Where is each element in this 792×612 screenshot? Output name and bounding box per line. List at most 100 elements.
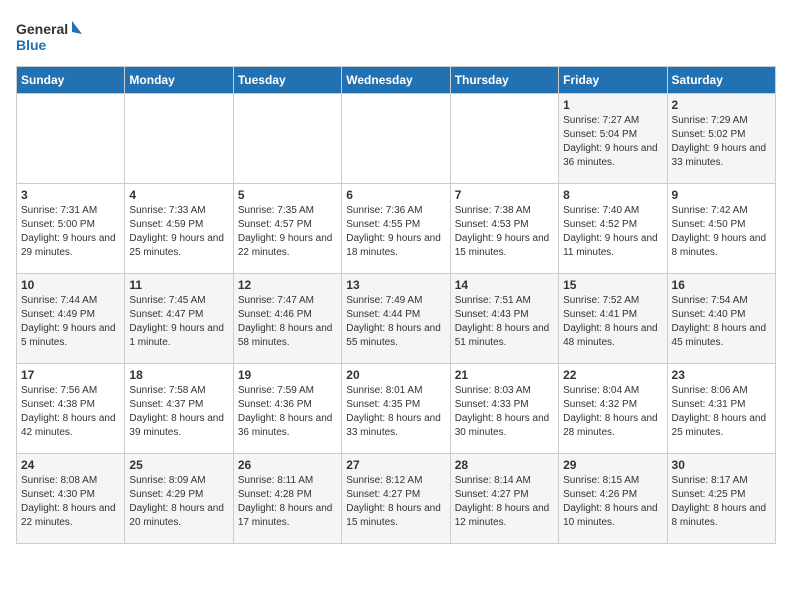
day-info: Sunrise: 7:52 AMSunset: 4:41 PMDaylight:…	[563, 294, 662, 350]
calendar-week-row: 24 Sunrise: 8:08 AMSunset: 4:30 PMDayligh…	[17, 454, 776, 544]
day-info: Sunrise: 8:15 AMSunset: 4:26 PMDaylight:…	[563, 474, 662, 530]
day-number: 30	[672, 458, 771, 472]
day-number: 25	[129, 458, 228, 472]
calendar-cell: 14 Sunrise: 7:51 AMSunset: 4:43 PMDayligh…	[450, 274, 558, 364]
calendar-cell	[125, 94, 233, 184]
day-info: Sunrise: 7:56 AMSunset: 4:38 PMDaylight:…	[21, 384, 120, 440]
weekday-header-monday: Monday	[125, 67, 233, 94]
day-number: 2	[672, 98, 771, 112]
day-info: Sunrise: 8:08 AMSunset: 4:30 PMDaylight:…	[21, 474, 120, 530]
day-number: 19	[238, 368, 337, 382]
calendar-cell	[450, 94, 558, 184]
day-number: 7	[455, 188, 554, 202]
day-info: Sunrise: 7:27 AMSunset: 5:04 PMDaylight:…	[563, 114, 662, 170]
calendar-cell: 8Sunrise: 7:40 AMSunset: 4:52 PMDaylight…	[559, 184, 667, 274]
day-number: 18	[129, 368, 228, 382]
calendar-cell: 30Sunrise: 8:17 AMSunset: 4:25 PMDayligh…	[667, 454, 775, 544]
day-info: Sunrise: 8:04 AMSunset: 4:32 PMDaylight:…	[563, 384, 662, 440]
day-info: Sunrise: 7:51 AMSunset: 4:43 PMDaylight:…	[455, 294, 554, 350]
calendar-week-row: 10 Sunrise: 7:44 AMSunset: 4:49 PMDayligh…	[17, 274, 776, 364]
day-number: 13	[346, 278, 445, 292]
calendar-week-row: 17 Sunrise: 7:56 AMSunset: 4:38 PMDayligh…	[17, 364, 776, 454]
calendar-cell: 2 Sunrise: 7:29 AMSunset: 5:02 PMDaylight…	[667, 94, 775, 184]
header: GeneralBlue	[16, 16, 776, 56]
day-number: 14	[455, 278, 554, 292]
weekday-header-saturday: Saturday	[667, 67, 775, 94]
day-number: 5	[238, 188, 337, 202]
day-info: Sunrise: 7:31 AMSunset: 5:00 PMDaylight:…	[21, 204, 120, 260]
day-info: Sunrise: 8:01 AMSunset: 4:35 PMDaylight:…	[346, 384, 445, 440]
day-info: Sunrise: 8:14 AMSunset: 4:27 PMDaylight:…	[455, 474, 554, 530]
day-info: Sunrise: 8:03 AMSunset: 4:33 PMDaylight:…	[455, 384, 554, 440]
day-info: Sunrise: 7:49 AMSunset: 4:44 PMDaylight:…	[346, 294, 445, 350]
day-info: Sunrise: 7:42 AMSunset: 4:50 PMDaylight:…	[672, 204, 771, 260]
day-number: 16	[672, 278, 771, 292]
day-number: 28	[455, 458, 554, 472]
calendar-header: SundayMondayTuesdayWednesdayThursdayFrid…	[17, 67, 776, 94]
day-number: 27	[346, 458, 445, 472]
day-info: Sunrise: 8:06 AMSunset: 4:31 PMDaylight:…	[672, 384, 771, 440]
day-info: Sunrise: 7:36 AMSunset: 4:55 PMDaylight:…	[346, 204, 445, 260]
day-number: 29	[563, 458, 662, 472]
day-info: Sunrise: 7:45 AMSunset: 4:47 PMDaylight:…	[129, 294, 228, 350]
calendar-cell: 5Sunrise: 7:35 AMSunset: 4:57 PMDaylight…	[233, 184, 341, 274]
calendar-cell: 1Sunrise: 7:27 AMSunset: 5:04 PMDaylight…	[559, 94, 667, 184]
calendar-cell: 20 Sunrise: 8:01 AMSunset: 4:35 PMDayligh…	[342, 364, 450, 454]
calendar-cell: 15 Sunrise: 7:52 AMSunset: 4:41 PMDayligh…	[559, 274, 667, 364]
day-number: 15	[563, 278, 662, 292]
calendar-cell: 18 Sunrise: 7:58 AMSunset: 4:37 PMDayligh…	[125, 364, 233, 454]
logo: GeneralBlue	[16, 16, 86, 56]
day-info: Sunrise: 7:47 AMSunset: 4:46 PMDaylight:…	[238, 294, 337, 350]
calendar-cell: 27Sunrise: 8:12 AMSunset: 4:27 PMDayligh…	[342, 454, 450, 544]
calendar-cell: 11 Sunrise: 7:45 AMSunset: 4:47 PMDayligh…	[125, 274, 233, 364]
calendar-cell: 22Sunrise: 8:04 AMSunset: 4:32 PMDayligh…	[559, 364, 667, 454]
calendar-cell: 24 Sunrise: 8:08 AMSunset: 4:30 PMDayligh…	[17, 454, 125, 544]
day-info: Sunrise: 7:54 AMSunset: 4:40 PMDaylight:…	[672, 294, 771, 350]
day-info: Sunrise: 7:29 AMSunset: 5:02 PMDaylight:…	[672, 114, 771, 170]
calendar-cell: 23 Sunrise: 8:06 AMSunset: 4:31 PMDayligh…	[667, 364, 775, 454]
calendar-cell: 28 Sunrise: 8:14 AMSunset: 4:27 PMDayligh…	[450, 454, 558, 544]
day-number: 20	[346, 368, 445, 382]
calendar-cell: 4Sunrise: 7:33 AMSunset: 4:59 PMDaylight…	[125, 184, 233, 274]
day-number: 9	[672, 188, 771, 202]
calendar-cell: 16 Sunrise: 7:54 AMSunset: 4:40 PMDayligh…	[667, 274, 775, 364]
calendar-body: 1Sunrise: 7:27 AMSunset: 5:04 PMDaylight…	[17, 94, 776, 544]
calendar-cell	[233, 94, 341, 184]
day-number: 6	[346, 188, 445, 202]
day-number: 17	[21, 368, 120, 382]
day-info: Sunrise: 7:44 AMSunset: 4:49 PMDaylight:…	[21, 294, 120, 350]
svg-text:General: General	[16, 21, 68, 37]
weekday-header-thursday: Thursday	[450, 67, 558, 94]
calendar-cell: 7 Sunrise: 7:38 AMSunset: 4:53 PMDaylight…	[450, 184, 558, 274]
calendar-cell: 29 Sunrise: 8:15 AMSunset: 4:26 PMDayligh…	[559, 454, 667, 544]
calendar-cell: 9 Sunrise: 7:42 AMSunset: 4:50 PMDaylight…	[667, 184, 775, 274]
day-number: 21	[455, 368, 554, 382]
calendar-table: SundayMondayTuesdayWednesdayThursdayFrid…	[16, 66, 776, 544]
day-number: 4	[129, 188, 228, 202]
day-info: Sunrise: 8:09 AMSunset: 4:29 PMDaylight:…	[129, 474, 228, 530]
calendar-cell: 26Sunrise: 8:11 AMSunset: 4:28 PMDayligh…	[233, 454, 341, 544]
calendar-cell: 21 Sunrise: 8:03 AMSunset: 4:33 PMDayligh…	[450, 364, 558, 454]
calendar-cell: 13 Sunrise: 7:49 AMSunset: 4:44 PMDayligh…	[342, 274, 450, 364]
calendar-cell: 10 Sunrise: 7:44 AMSunset: 4:49 PMDayligh…	[17, 274, 125, 364]
day-info: Sunrise: 7:38 AMSunset: 4:53 PMDaylight:…	[455, 204, 554, 260]
calendar-cell: 12Sunrise: 7:47 AMSunset: 4:46 PMDayligh…	[233, 274, 341, 364]
weekday-header-tuesday: Tuesday	[233, 67, 341, 94]
weekday-header-friday: Friday	[559, 67, 667, 94]
logo-svg: GeneralBlue	[16, 16, 86, 56]
day-info: Sunrise: 8:11 AMSunset: 4:28 PMDaylight:…	[238, 474, 337, 530]
calendar-cell	[17, 94, 125, 184]
weekday-header-row: SundayMondayTuesdayWednesdayThursdayFrid…	[17, 67, 776, 94]
svg-text:Blue: Blue	[16, 37, 47, 53]
day-number: 23	[672, 368, 771, 382]
day-number: 10	[21, 278, 120, 292]
weekday-header-wednesday: Wednesday	[342, 67, 450, 94]
weekday-header-sunday: Sunday	[17, 67, 125, 94]
day-number: 11	[129, 278, 228, 292]
day-number: 24	[21, 458, 120, 472]
calendar-cell	[342, 94, 450, 184]
day-info: Sunrise: 7:40 AMSunset: 4:52 PMDaylight:…	[563, 204, 662, 260]
day-info: Sunrise: 7:59 AMSunset: 4:36 PMDaylight:…	[238, 384, 337, 440]
calendar-cell: 25 Sunrise: 8:09 AMSunset: 4:29 PMDayligh…	[125, 454, 233, 544]
day-info: Sunrise: 7:58 AMSunset: 4:37 PMDaylight:…	[129, 384, 228, 440]
